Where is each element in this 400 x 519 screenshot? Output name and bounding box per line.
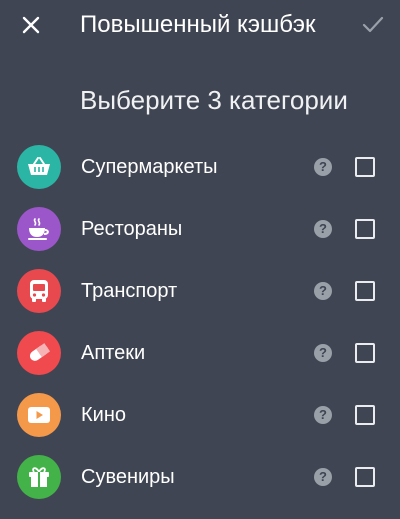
- category-list: Супермаркеты ? Рестораны ? Транспорт ? А…: [0, 136, 400, 508]
- checkmark-icon: [362, 16, 384, 33]
- confirm-button[interactable]: [356, 8, 390, 42]
- close-icon: [22, 16, 40, 34]
- category-checkbox[interactable]: [355, 219, 375, 239]
- category-checkbox[interactable]: [355, 343, 375, 363]
- shopping-basket-icon: [28, 157, 50, 175]
- category-label: Кино: [81, 404, 126, 426]
- category-icon-circle: [17, 207, 61, 251]
- category-label: Супермаркеты: [81, 156, 218, 178]
- help-icon[interactable]: ?: [314, 158, 332, 176]
- category-label: Транспорт: [81, 280, 178, 302]
- category-row-pharmacies[interactable]: Аптеки ?: [0, 322, 400, 384]
- category-checkbox[interactable]: [355, 467, 375, 487]
- category-row-transport[interactable]: Транспорт ?: [0, 260, 400, 322]
- category-label: Аптеки: [81, 342, 146, 364]
- category-label: Рестораны: [81, 218, 183, 240]
- coffee-cup-icon: [28, 218, 49, 240]
- category-row-souvenirs[interactable]: Сувениры ?: [0, 446, 400, 508]
- category-row-supermarkets[interactable]: Супермаркеты ?: [0, 136, 400, 198]
- page-title: Повышенный кэшбэк: [80, 11, 316, 38]
- top-bar: Повышенный кэшбэк: [0, 0, 400, 50]
- category-checkbox[interactable]: [355, 405, 375, 425]
- help-icon[interactable]: ?: [314, 344, 332, 362]
- help-icon[interactable]: ?: [314, 220, 332, 238]
- help-icon[interactable]: ?: [314, 406, 332, 424]
- pill-icon: [29, 343, 51, 361]
- cashback-category-screen: Повышенный кэшбэк Выберите 3 категории С…: [0, 0, 400, 519]
- help-icon[interactable]: ?: [314, 282, 332, 300]
- category-icon-circle: [17, 145, 61, 189]
- category-label: Сувениры: [81, 466, 175, 488]
- play-video-icon: [28, 407, 50, 423]
- close-button[interactable]: [14, 8, 48, 42]
- category-icon-circle: [17, 393, 61, 437]
- help-icon[interactable]: ?: [314, 468, 332, 486]
- category-row-cinema[interactable]: Кино ?: [0, 384, 400, 446]
- bus-icon: [30, 280, 48, 302]
- category-checkbox[interactable]: [355, 281, 375, 301]
- category-row-restaurants[interactable]: Рестораны ?: [0, 198, 400, 260]
- category-checkbox[interactable]: [355, 157, 375, 177]
- category-icon-circle: [17, 269, 61, 313]
- instruction-heading: Выберите 3 категории: [80, 85, 348, 115]
- category-icon-circle: [17, 455, 61, 499]
- category-icon-circle: [17, 331, 61, 375]
- gift-icon: [29, 467, 49, 487]
